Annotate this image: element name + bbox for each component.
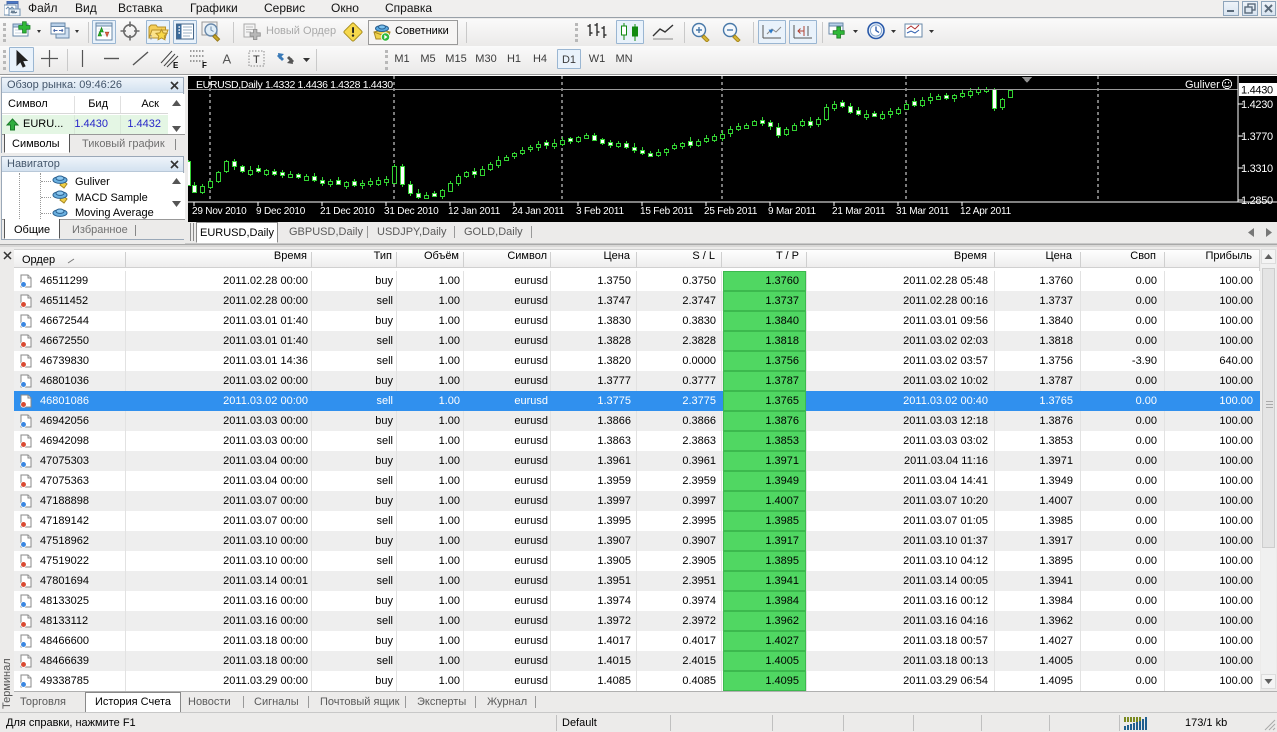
svg-text:24 Jan 2011: 24 Jan 2011 [512,206,565,217]
svg-text:15 Feb 2011: 15 Feb 2011 [640,206,694,217]
svg-text:1.4430: 1.4430 [1241,85,1273,97]
svg-text:T: T [253,54,260,66]
svg-text:21 Mar 2011: 21 Mar 2011 [832,206,886,217]
svg-text:21 Dec 2010: 21 Dec 2010 [320,206,375,217]
svg-text:E: E [173,61,179,70]
svg-text:31 Dec 2010: 31 Dec 2010 [384,206,439,217]
svg-text:A: A [223,52,232,67]
svg-text:29 Nov 2010: 29 Nov 2010 [192,206,247,217]
svg-text:12 Apr 2011: 12 Apr 2011 [960,206,1012,217]
svg-text:1.4230: 1.4230 [1241,99,1273,111]
svg-text:3 Feb 2011: 3 Feb 2011 [576,206,624,217]
svg-text:Guliver: Guliver [1185,79,1220,91]
svg-text:1.3310: 1.3310 [1241,163,1273,175]
svg-text:12 Jan 2011: 12 Jan 2011 [448,206,501,217]
svg-text:31 Mar 2011: 31 Mar 2011 [896,206,950,217]
svg-text:9 Mar 2011: 9 Mar 2011 [768,206,816,217]
svg-text:1.3770: 1.3770 [1241,131,1273,143]
svg-text:F: F [202,61,207,70]
svg-text:25 Feb 2011: 25 Feb 2011 [704,206,758,217]
svg-text:1.2850: 1.2850 [1241,195,1273,207]
svg-text:9 Dec 2010: 9 Dec 2010 [256,206,306,217]
svg-text:EURUSD,Daily 1.4332 1.4436 1.: EURUSD,Daily 1.4332 1.4436 1.4328 1.4430 [196,79,393,91]
